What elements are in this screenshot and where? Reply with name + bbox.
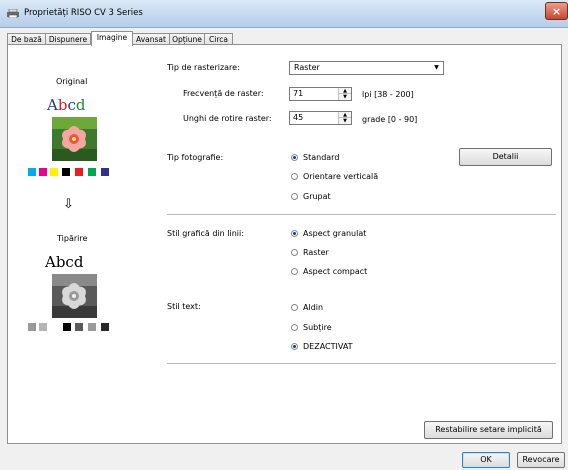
swatch-magenta bbox=[39, 168, 47, 176]
cancel-button[interactable]: Revocare bbox=[517, 452, 565, 468]
screen-angle-stepper[interactable]: 45 ▲ ▼ bbox=[289, 111, 352, 125]
radio-text-thin-label[interactable]: Subțire bbox=[303, 323, 332, 332]
radio-line-compact-label[interactable]: Aspect compact bbox=[303, 267, 367, 276]
radio-text-bold[interactable] bbox=[291, 304, 298, 311]
original-letter-c: c bbox=[67, 96, 76, 114]
print-photo bbox=[52, 274, 97, 318]
gray-swatch bbox=[101, 323, 109, 331]
restore-defaults-button[interactable]: Restabilire setare implicită bbox=[424, 421, 553, 439]
screen-frequency-label: Frecvență de raster: bbox=[183, 89, 264, 98]
original-label: Original bbox=[56, 77, 88, 86]
print-text-sample: Abcd bbox=[45, 253, 84, 271]
line-art-label: Stil grafică din linii: bbox=[167, 229, 244, 238]
original-text-sample: Abcd bbox=[47, 96, 85, 114]
down-arrow-icon: ⇩ bbox=[63, 197, 74, 212]
gray-swatch bbox=[28, 323, 36, 331]
gray-swatch bbox=[50, 323, 58, 331]
screen-frequency-value: 71 bbox=[293, 89, 304, 98]
swatch-green bbox=[88, 168, 96, 176]
swatch-black bbox=[62, 168, 70, 176]
screen-angle-unit: grade [0 - 90] bbox=[362, 115, 418, 124]
gray-swatch bbox=[75, 323, 83, 331]
screen-type-value: Raster bbox=[294, 63, 320, 72]
screen-angle-label: Unghi de rotire raster: bbox=[183, 114, 272, 123]
radio-text-thin[interactable] bbox=[291, 324, 298, 331]
original-letter-d: d bbox=[75, 96, 86, 114]
gray-swatch bbox=[39, 323, 47, 331]
original-photo bbox=[52, 117, 97, 161]
screen-angle-value: 45 bbox=[293, 113, 304, 122]
radio-text-off-label[interactable]: DEZACTIVAT bbox=[303, 342, 353, 351]
image-settings-panel bbox=[7, 44, 562, 444]
radio-text-off[interactable] bbox=[291, 343, 298, 350]
screen-frequency-stepper[interactable]: 71 ▲ ▼ bbox=[289, 87, 352, 101]
tab-imagine[interactable]: Imagine bbox=[91, 31, 133, 46]
text-style-label: Stil text: bbox=[167, 302, 201, 311]
radio-line-granular-label[interactable]: Aspect granulat bbox=[303, 229, 366, 238]
ok-button[interactable]: OK bbox=[462, 452, 510, 468]
original-letter-b: b bbox=[57, 96, 68, 114]
swatch-red bbox=[75, 168, 83, 176]
separator bbox=[167, 214, 556, 215]
print-label: Tipărire bbox=[57, 234, 88, 243]
close-button[interactable]: × bbox=[545, 2, 568, 20]
chevron-down-icon[interactable]: ▼ bbox=[431, 63, 442, 73]
radio-text-bold-label[interactable]: Aldin bbox=[303, 303, 323, 312]
gray-swatch bbox=[88, 323, 96, 331]
radio-photo-portrait-label[interactable]: Orientare verticală bbox=[303, 172, 378, 181]
photo-type-label: Tip fotografie: bbox=[167, 153, 224, 162]
swatch-cyan bbox=[28, 168, 36, 176]
radio-photo-group-label[interactable]: Grupat bbox=[303, 192, 331, 201]
separator bbox=[167, 363, 556, 364]
radio-line-raster-label[interactable]: Raster bbox=[303, 248, 329, 257]
swatch-yellow bbox=[50, 168, 58, 176]
radio-photo-portrait[interactable] bbox=[291, 173, 298, 180]
gray-swatch bbox=[63, 323, 71, 331]
screen-frequency-unit: lpi [38 - 200] bbox=[362, 90, 414, 99]
radio-photo-group[interactable] bbox=[291, 193, 298, 200]
radio-line-raster[interactable] bbox=[291, 249, 298, 256]
details-button[interactable]: Detalii bbox=[459, 148, 552, 166]
window-title: Proprietăți RISO CV 3 Series bbox=[24, 8, 143, 18]
printer-icon bbox=[7, 9, 19, 18]
screen-type-select[interactable]: Raster ▼ bbox=[289, 61, 444, 75]
decrement-icon[interactable]: ▼ bbox=[339, 94, 351, 100]
screen-type-label: Tip de rasterizare: bbox=[167, 63, 240, 72]
swatch-blue bbox=[101, 168, 109, 176]
radio-line-compact[interactable] bbox=[291, 268, 298, 275]
radio-line-granular[interactable] bbox=[291, 230, 298, 237]
radio-photo-standard-label[interactable]: Standard bbox=[303, 153, 339, 162]
decrement-icon[interactable]: ▼ bbox=[339, 118, 351, 124]
original-letter-a: A bbox=[47, 96, 58, 114]
title-bar: Proprietăți RISO CV 3 Series × bbox=[0, 0, 568, 28]
radio-photo-standard[interactable] bbox=[291, 154, 298, 161]
